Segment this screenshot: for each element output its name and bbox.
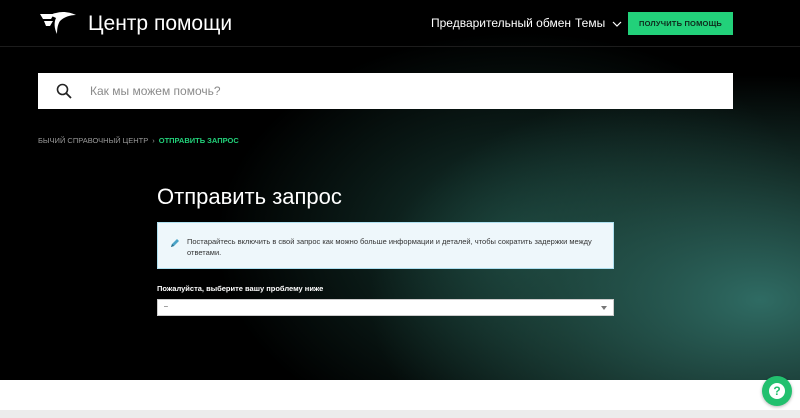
logo-icon[interactable] (38, 10, 78, 36)
header-divider (0, 46, 800, 47)
dropdown-arrow-icon (601, 306, 607, 310)
hero-background (0, 0, 800, 380)
chevron-down-icon (612, 21, 621, 27)
get-help-button[interactable]: ПОЛУЧИТЬ ПОМОЩЬ (628, 12, 733, 35)
nav-topics-label: Темы (575, 16, 606, 30)
logo-text[interactable]: Центр помощи (88, 11, 232, 37)
breadcrumb-current: ОТПРАВИТЬ ЗАПРОС (158, 136, 239, 145)
problem-select-label: Пожалуйста, выберите вашу проблему ниже (157, 284, 324, 293)
nav-link-exchange[interactable]: Предварительный обмен (431, 16, 571, 30)
breadcrumb: БЫЧИЙ СПРАВОЧНЫЙ ЦЕНТР › ОТПРАВИТЬ ЗАПРОС (38, 136, 239, 145)
pencil-icon (171, 239, 179, 247)
footer-strip (0, 410, 800, 418)
search-bar (38, 73, 733, 109)
help-chat-button[interactable]: ? (762, 376, 792, 406)
info-notice: Постарайтесь включить в свой запрос как … (157, 222, 614, 269)
breadcrumb-home[interactable]: БЫЧИЙ СПРАВОЧНЫЙ ЦЕНТР (38, 136, 148, 145)
breadcrumb-separator: › (152, 136, 155, 145)
help-chat-icon: ? (769, 383, 785, 399)
problem-select[interactable]: – (157, 299, 614, 316)
page-title: Отправить запрос (157, 184, 342, 209)
search-input[interactable] (90, 73, 720, 109)
notice-text: Постарайтесь включить в свой запрос как … (187, 237, 592, 257)
header: Центр помощи Предварительный обмен Темы … (0, 0, 800, 47)
problem-select-value: – (164, 303, 168, 310)
search-icon[interactable] (56, 83, 72, 99)
nav-topics-dropdown[interactable]: Темы (575, 16, 622, 30)
